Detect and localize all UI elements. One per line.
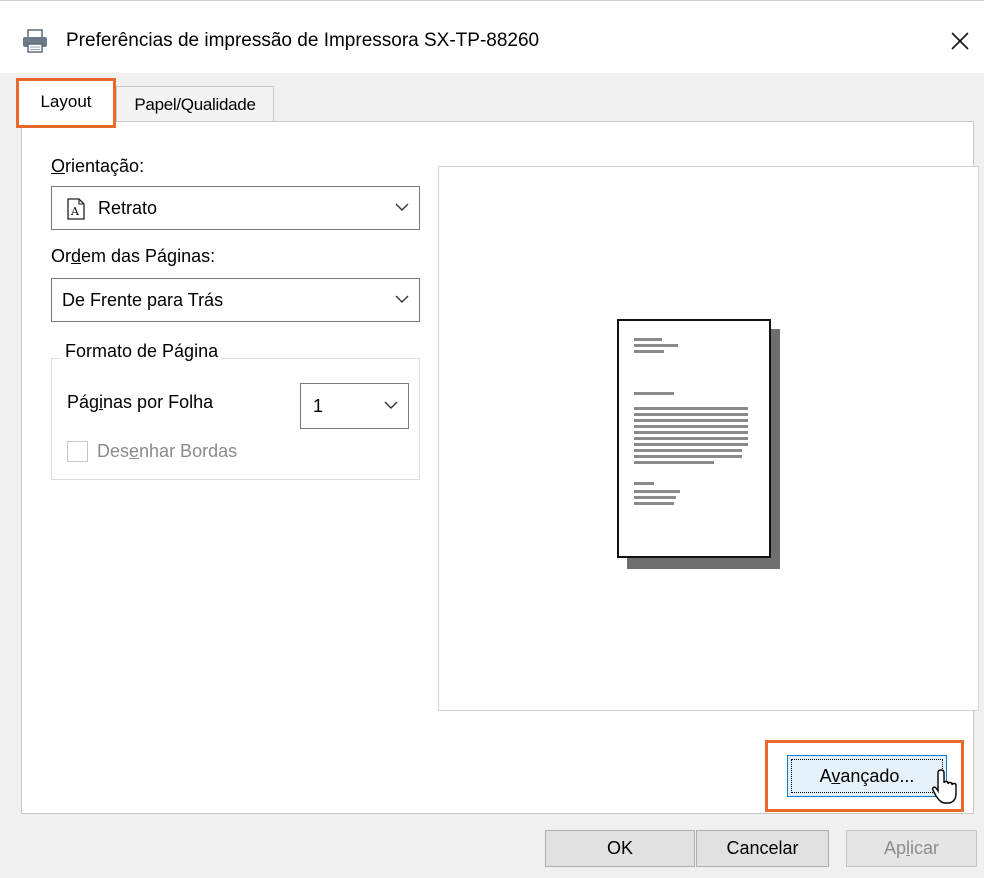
ok-button-label: OK bbox=[606, 838, 633, 858]
orientation-label: Orientação: bbox=[51, 156, 145, 176]
ok-button[interactable]: OK bbox=[545, 830, 695, 867]
tab-layout-label: Layout bbox=[40, 92, 92, 111]
chevron-down-icon bbox=[384, 401, 398, 409]
apply-button[interactable]: Aplicar bbox=[846, 830, 977, 867]
draw-borders-checkbox[interactable] bbox=[67, 441, 88, 462]
tab-paper-quality-label: Papel/Qualidade bbox=[134, 94, 256, 114]
page-order-label: Ordem das Páginas: bbox=[51, 246, 216, 266]
tab-layout[interactable]: Layout bbox=[16, 78, 116, 128]
window-title: Preferências de impressão de Impressora … bbox=[66, 30, 540, 51]
preview-page-icon bbox=[617, 319, 771, 558]
page-order-value: De Frente para Trás bbox=[62, 289, 224, 310]
page-format-group-title: Formato de Página bbox=[61, 341, 223, 362]
cancel-button-label: Cancelar bbox=[726, 838, 799, 858]
close-icon bbox=[951, 32, 969, 50]
pages-per-sheet-select[interactable]: 1 bbox=[300, 383, 409, 429]
portrait-page-icon: A bbox=[67, 198, 85, 220]
printing-preferences-dialog: Preferências de impressão de Impressora … bbox=[0, 0, 984, 878]
title-bar: Preferências de impressão de Impressora … bbox=[0, 0, 984, 73]
printer-icon bbox=[23, 29, 47, 53]
close-button[interactable] bbox=[938, 19, 982, 63]
chevron-down-icon bbox=[395, 295, 409, 303]
advanced-button[interactable]: Avançado... bbox=[787, 755, 947, 797]
apply-button-label: Aplicar bbox=[883, 838, 940, 858]
focus-rectangle bbox=[791, 759, 943, 793]
cancel-button[interactable]: Cancelar bbox=[696, 830, 829, 867]
draw-borders-label: Desenhar Bordas bbox=[97, 441, 238, 461]
tab-paper-quality[interactable]: Papel/Qualidade bbox=[116, 86, 274, 122]
pages-per-sheet-label: Páginas por Folha bbox=[67, 392, 214, 412]
orientation-value: Retrato bbox=[98, 197, 158, 218]
pages-per-sheet-value: 1 bbox=[313, 395, 324, 416]
svg-text:A: A bbox=[70, 205, 80, 218]
page-order-select[interactable]: De Frente para Trás bbox=[51, 278, 420, 322]
orientation-select[interactable]: A Retrato bbox=[51, 186, 420, 230]
chevron-down-icon bbox=[395, 203, 409, 211]
mouse-pointer-icon bbox=[932, 769, 957, 804]
